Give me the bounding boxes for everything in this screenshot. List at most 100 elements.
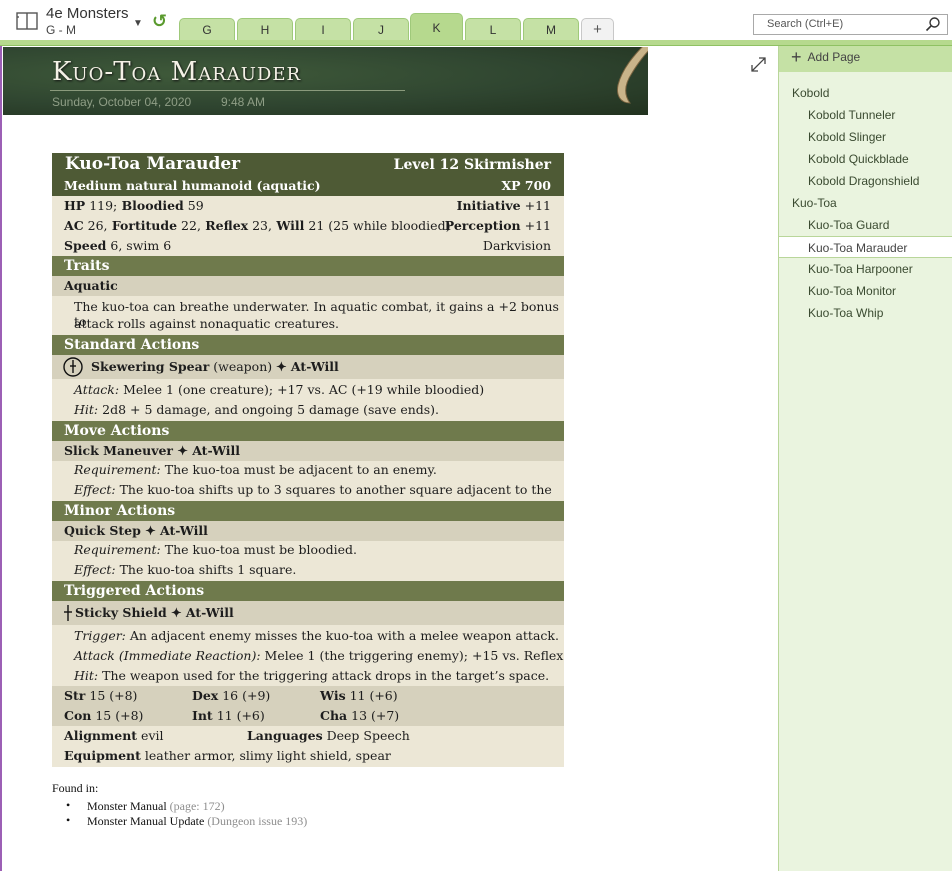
dagger-icon — [64, 605, 72, 621]
page-item-kobold-quickblade[interactable]: Kobold Quickblade — [779, 148, 952, 170]
perception-value: +11 — [520, 218, 551, 233]
stat-header: Kuo-Toa Marauder Level 12 Skirmisher — [52, 153, 564, 176]
spear-attack-line: Attack: Melee 1 (one creature); +17 vs. … — [52, 382, 564, 402]
source-note: (page: 172) — [166, 799, 225, 813]
speed-label: Speed — [64, 238, 107, 253]
page-item-kuo-toa-guard[interactable]: Kuo-Toa Guard — [779, 214, 952, 236]
page-item-kuo-toa-monitor[interactable]: Kuo-Toa Monitor — [779, 280, 952, 302]
slick-effect-line: Effect: The kuo-toa shifts up to 3 squar… — [52, 482, 564, 512]
ac-label: AC — [64, 218, 84, 233]
add-section-tab[interactable]: + — [581, 18, 614, 41]
power-skewering-spear: Skewering Spear (weapon) ✦ At-Will — [52, 355, 564, 379]
source-title[interactable]: Monster Manual Update — [87, 814, 204, 828]
page-title-banner: Kuo-Toa Marauder Sunday, October 04, 202… — [3, 47, 648, 115]
alignment-value: evil — [137, 728, 164, 743]
will-value: 21 (25 while bloodied) — [304, 218, 451, 233]
tab-i[interactable]: I — [295, 18, 351, 41]
wis-value: 11 (+6) — [345, 688, 398, 703]
tab-m[interactable]: M — [523, 18, 579, 41]
page-item-kobold-tunneler[interactable]: Kobold Tunneler — [779, 104, 952, 126]
alignment-line: Alignment evil Languages Deep Speech — [52, 728, 564, 748]
cha-value: 13 (+7) — [347, 708, 400, 723]
page-item-kuo-toa-marauder[interactable]: Kuo-Toa Marauder — [779, 236, 952, 258]
page-item-kobold[interactable]: Kobold — [779, 82, 952, 104]
senses: Darkvision — [482, 238, 551, 253]
str-score: Str 15 (+8) — [64, 688, 137, 703]
spear-hit-line: Hit: 2d8 + 5 damage, and ongoing 5 damag… — [52, 402, 564, 422]
stat-block: Kuo-Toa Marauder Level 12 Skirmisher Med… — [52, 153, 564, 767]
sync-icon[interactable]: ↺ — [152, 11, 167, 32]
cha-score: Cha 13 (+7) — [320, 708, 399, 723]
trigger-label: Trigger: — [74, 628, 126, 643]
reflex-label: Reflex — [200, 218, 249, 233]
spear-keywords: (weapon) — [209, 359, 277, 374]
source-list: Monster Manual (page: 172) Monster Manua… — [52, 798, 307, 829]
monster-type: Medium natural humanoid (aquatic) — [64, 178, 321, 193]
search-input[interactable]: Search (Ctrl+E) — [753, 14, 948, 35]
fortitude-value: 22, — [177, 218, 201, 233]
str-value: 15 (+8) — [85, 688, 138, 703]
equipment-value: leather armor, slimy light shield, spear — [140, 748, 391, 763]
int-score: Int 11 (+6) — [192, 708, 265, 723]
list-item: Monster Manual (page: 172) — [52, 798, 307, 814]
fortitude-label: Fortitude — [107, 218, 178, 233]
page-item-kuo-toa-whip[interactable]: Kuo-Toa Whip — [779, 302, 952, 324]
source-title[interactable]: Monster Manual — [87, 799, 167, 813]
search-icon[interactable] — [925, 16, 941, 32]
list-item: Monster Manual Update (Dungeon issue 193… — [52, 813, 307, 829]
monster-xp: XP 700 — [501, 178, 551, 193]
sticky-hit: The weapon used for the triggering attac… — [98, 668, 550, 683]
traits-header: Traits — [52, 256, 564, 276]
expand-icon[interactable] — [750, 56, 767, 73]
power-quick-step: Quick Step ✦ At-Will — [52, 521, 564, 541]
chevron-down-icon[interactable]: ▼ — [133, 18, 143, 29]
dex-score: Dex 16 (+9) — [192, 688, 270, 703]
monster-name: Kuo-Toa Marauder — [65, 154, 241, 174]
tab-g[interactable]: G — [179, 18, 235, 41]
page-title[interactable]: Kuo-Toa Marauder — [52, 57, 301, 87]
spear-attack: Melee 1 (one creature); +17 vs. AC (+19 … — [119, 382, 485, 397]
speed-value: 6, swim 6 — [106, 238, 172, 253]
hp-value: 119; — [85, 198, 118, 213]
page-date: Sunday, October 04, 2020 — [52, 95, 192, 109]
alignment-label: Alignment — [64, 728, 138, 743]
page-item-kuo-toa[interactable]: Kuo-Toa — [779, 192, 952, 214]
tab-l[interactable]: L — [465, 18, 521, 41]
notebook-icon[interactable] — [16, 11, 38, 31]
tab-k[interactable]: K — [410, 13, 463, 42]
spear-usage: ✦ At-Will — [276, 359, 339, 374]
quick-requirement: The kuo-toa must be bloodied. — [160, 542, 357, 557]
aquatic-text-2: attack rolls against nonaquatic creature… — [74, 316, 339, 331]
sticky-hit-line: Hit: The weapon used for the triggering … — [52, 668, 564, 688]
plus-icon: + — [791, 47, 802, 67]
quick-effect-line: Effect: The kuo-toa shifts 1 square. — [52, 562, 564, 582]
int-value: 11 (+6) — [212, 708, 265, 723]
page-time: 9:48 AM — [221, 95, 266, 109]
hit-label: Hit: — [74, 402, 99, 417]
power-sticky-shield: Sticky Shield ✦ At-Will — [52, 601, 564, 625]
cha-label: Cha — [320, 708, 348, 723]
tab-h[interactable]: H — [237, 18, 293, 41]
languages-value: Deep Speech — [322, 728, 410, 743]
add-page-button[interactable]: + Add Page — [779, 46, 952, 72]
page-item-kuo-toa-harpooner[interactable]: Kuo-Toa Harpooner — [779, 258, 952, 280]
quick-effect: The kuo-toa shifts 1 square. — [115, 562, 297, 577]
page-item-kobold-slinger[interactable]: Kobold Slinger — [779, 126, 952, 148]
stat-line-hp: HP 119; Bloodied 59 Initiative +11 — [52, 198, 564, 218]
section-name[interactable]: G - M — [46, 23, 76, 37]
minor-actions-header: Minor Actions — [52, 501, 564, 521]
notebook-name[interactable]: 4e Monsters — [46, 5, 129, 22]
page-item-kobold-dragonshield[interactable]: Kobold Dragonshield — [779, 170, 952, 192]
tab-j[interactable]: J — [353, 18, 409, 41]
notebook-color-edge — [0, 46, 2, 871]
con-value: 15 (+8) — [91, 708, 144, 723]
effect-label: Effect: — [74, 482, 116, 497]
title-underline — [50, 90, 405, 91]
trait-aquatic: Aquatic — [52, 276, 564, 296]
aquatic-text-1: The kuo-toa can breathe underwater. In a… — [74, 299, 559, 329]
int-label: Int — [192, 708, 213, 723]
spear-name: Skewering Spear — [91, 359, 210, 374]
found-in: Found in: Monster Manual (page: 172) Mon… — [52, 781, 307, 829]
stat-subheader: Medium natural humanoid (aquatic) XP 700 — [52, 176, 564, 196]
attack-label: Attack (Immediate Reaction): — [74, 648, 261, 663]
